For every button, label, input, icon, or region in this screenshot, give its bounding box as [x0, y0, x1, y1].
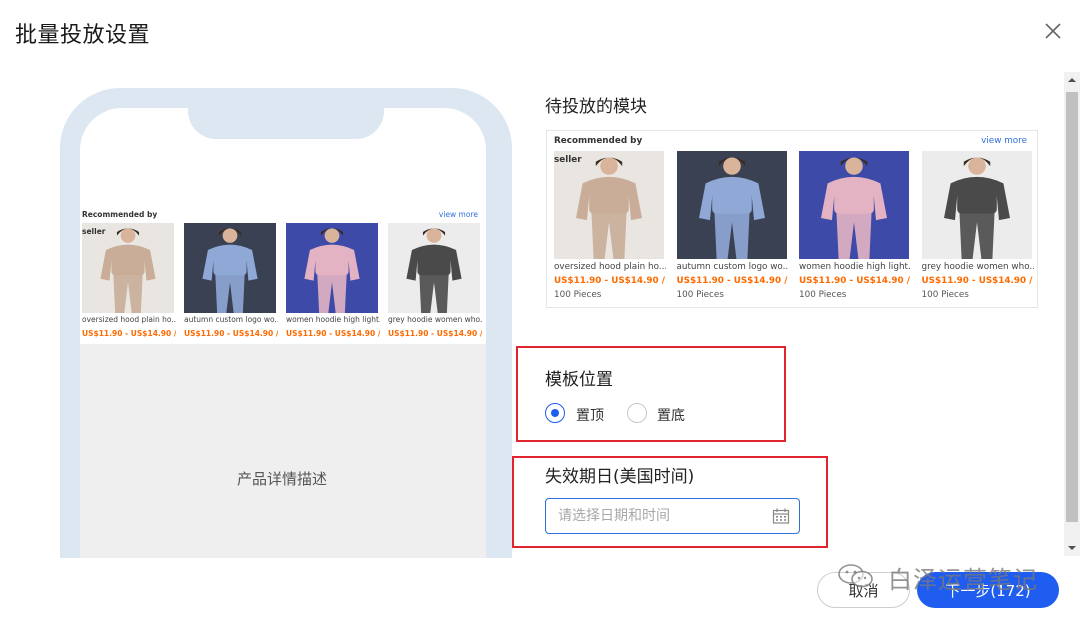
expiry-title: 失效期日(美国时间): [545, 467, 695, 487]
product-image: [184, 223, 276, 313]
seller-label: seller: [82, 227, 106, 236]
product-image: [554, 151, 664, 259]
product-image: [799, 151, 909, 259]
scroll-thumb[interactable]: [1066, 92, 1078, 522]
product-price: US$11.90 - US$14.90 / ...: [184, 329, 278, 338]
product-name: women hoodie high light...: [799, 262, 911, 272]
product-name: oversized hood plain ho...: [554, 262, 666, 272]
pending-module-title: 待投放的模块: [545, 97, 647, 117]
recommended-by-label: Recommended by: [554, 136, 643, 146]
radio-top[interactable]: [545, 403, 565, 423]
product-price: US$11.90 - US$14.90 / ...: [388, 329, 482, 338]
radio-bottom[interactable]: [627, 403, 647, 423]
phone-screen: Recommended by view more oversized hood pl…: [80, 108, 486, 558]
scroll-down-icon[interactable]: [1064, 540, 1080, 556]
template-position-highlight: [516, 346, 786, 442]
product-image: [921, 151, 1032, 259]
product-price: US$11.90 - US$14.90 / ...: [82, 329, 176, 338]
product-image: [388, 223, 480, 313]
product-price: US$11.90 - US$14.90 / ...: [799, 276, 911, 286]
dialog-scrollbar[interactable]: [1064, 72, 1080, 556]
wechat-logo-icon: [838, 564, 873, 588]
product-moq: 100 Pieces: [921, 290, 969, 300]
product-name: autumn custom logo wo...: [676, 262, 789, 272]
product-name: oversized hood plain ho...: [82, 315, 176, 324]
product-name: grey hoodie women who...: [921, 262, 1034, 272]
template-position-title: 模板位置: [545, 370, 613, 390]
product-moq: 100 Pieces: [676, 290, 724, 300]
seller-label: seller: [554, 155, 582, 165]
view-more-link[interactable]: view more: [981, 136, 1027, 146]
product-image: [286, 223, 378, 313]
expiry-date-input[interactable]: [545, 498, 800, 534]
watermark-text: 白泽运营笔记: [888, 566, 1038, 594]
product-image: [676, 151, 787, 259]
dialog-title: 批量投放设置: [15, 23, 151, 48]
product-detail-text: 产品详情描述: [236, 470, 327, 488]
phone-notch: [188, 108, 384, 139]
close-icon[interactable]: [1040, 18, 1066, 44]
scroll-up-icon[interactable]: [1064, 72, 1080, 88]
product-price: US$11.90 - US$14.90 / ...: [286, 329, 380, 338]
view-more-link[interactable]: view more: [439, 210, 478, 219]
phone-preview: Recommended by view more oversized hood pl…: [60, 88, 512, 558]
product-price: US$11.90 - US$14.90 / ...: [676, 276, 789, 286]
product-name: grey hoodie women who...: [388, 315, 482, 324]
product-moq: 100 Pieces: [799, 290, 847, 300]
product-image: [82, 223, 174, 313]
product-moq: 100 Pieces: [554, 290, 602, 300]
product-name: autumn custom logo wo...: [184, 315, 278, 324]
radio-bottom-label[interactable]: 置底: [657, 405, 685, 425]
product-name: women hoodie high light...: [286, 315, 380, 324]
phone-recommend-module: Recommended by view more oversized hood pl…: [80, 190, 486, 352]
product-price: US$11.90 - US$14.90 / ...: [921, 276, 1034, 286]
calendar-icon[interactable]: [772, 508, 790, 524]
product-price: US$11.90 - US$14.90 / ...: [554, 276, 666, 286]
recommended-by-label: Recommended by: [82, 210, 158, 219]
product-detail-area: 产品详情描述: [80, 344, 486, 558]
radio-top-label[interactable]: 置顶: [576, 405, 604, 425]
pending-recommend-module: Recommended by view more oversized hood pl…: [546, 130, 1038, 308]
